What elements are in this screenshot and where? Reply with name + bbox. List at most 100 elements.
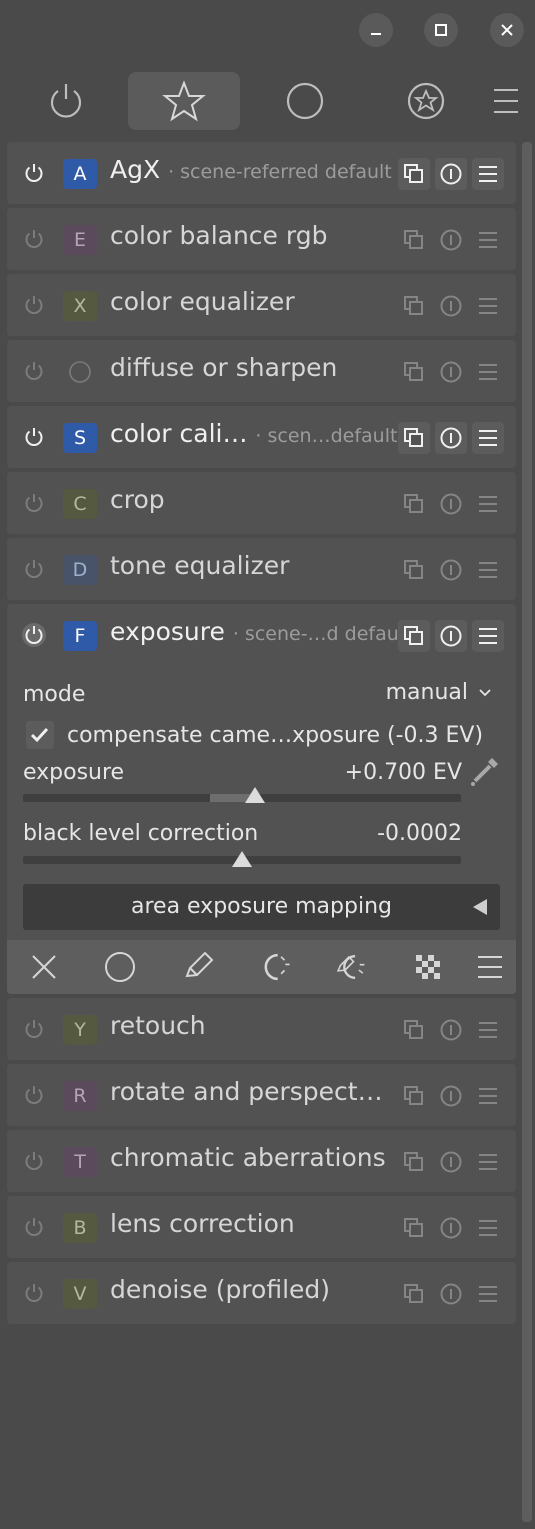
module-color-cali[interactable]: S color cali… · scen…default xyxy=(7,406,516,468)
presets-menu-button[interactable] xyxy=(472,488,504,520)
power-icon[interactable] xyxy=(21,622,47,648)
multi-instance-button[interactable] xyxy=(398,1212,430,1244)
presets-menu-button[interactable] xyxy=(472,224,504,256)
module-chromatic-aberrations[interactable]: T chromatic aberrations xyxy=(7,1130,516,1192)
reset-button[interactable] xyxy=(435,1212,467,1244)
power-icon[interactable] xyxy=(21,358,47,384)
power-icon[interactable] xyxy=(21,424,47,450)
multi-instance-button[interactable] xyxy=(398,290,430,322)
black-level-slider[interactable] xyxy=(23,851,461,867)
module-list-top: A AgX · scene-referred default E color b… xyxy=(7,142,516,600)
reset-button[interactable] xyxy=(435,356,467,388)
multi-instance-button[interactable] xyxy=(398,224,430,256)
power-icon[interactable] xyxy=(21,556,47,582)
power-icon[interactable] xyxy=(21,292,47,318)
mask-parametric-button[interactable] xyxy=(259,950,293,984)
presets-menu-button[interactable] xyxy=(472,356,504,388)
multi-instance-button[interactable] xyxy=(398,158,430,190)
reset-button[interactable] xyxy=(435,620,467,652)
info-reset-icon xyxy=(440,1151,462,1173)
power-icon[interactable] xyxy=(21,1016,47,1042)
reset-button[interactable] xyxy=(435,1278,467,1310)
multi-instance-button[interactable] xyxy=(398,488,430,520)
info-reset-icon xyxy=(440,361,462,383)
module-color-balance-rgb[interactable]: E color balance rgb xyxy=(7,208,516,270)
mask-drawn-button[interactable] xyxy=(181,950,215,984)
presets-menu-button[interactable] xyxy=(472,290,504,322)
compensate-camera-exposure-checkbox[interactable]: compensate came…xposure (-0.3 EV) xyxy=(25,720,483,750)
multi-instance-icon xyxy=(404,1020,423,1039)
module-denoise-profiled[interactable]: V denoise (profiled) xyxy=(7,1262,516,1324)
presets-menu-button[interactable] xyxy=(472,1212,504,1244)
presets-menu-button[interactable] xyxy=(472,1278,504,1310)
reset-button[interactable] xyxy=(435,290,467,322)
multi-instance-button[interactable] xyxy=(398,554,430,586)
reset-button[interactable] xyxy=(435,1146,467,1178)
area-exposure-mapping-section[interactable]: area exposure mapping xyxy=(23,884,500,930)
power-icon[interactable] xyxy=(21,1082,47,1108)
minimize-button[interactable] xyxy=(359,13,393,47)
tab-group[interactable] xyxy=(249,72,361,130)
multi-instance-button[interactable] xyxy=(398,356,430,388)
multi-instance-button[interactable] xyxy=(398,620,430,652)
module-rotate-and-perspect[interactable]: R rotate and perspect… xyxy=(7,1064,516,1126)
reset-button[interactable] xyxy=(435,554,467,586)
power-icon[interactable] xyxy=(21,226,47,252)
module-agx[interactable]: A AgX · scene-referred default xyxy=(7,142,516,204)
reset-button[interactable] xyxy=(435,1080,467,1112)
color-picker-icon[interactable] xyxy=(468,754,502,790)
mask-off-button[interactable] xyxy=(27,950,61,984)
drawn-parametric-mask-icon xyxy=(336,955,365,979)
module-actions xyxy=(398,224,504,256)
presets-menu-button[interactable] xyxy=(472,1014,504,1046)
tab-presets[interactable] xyxy=(370,72,482,130)
module-lens-correction[interactable]: B lens correction xyxy=(7,1196,516,1258)
module-shortcut-badge: D xyxy=(63,555,97,585)
tab-favorites[interactable] xyxy=(128,72,240,130)
power-icon[interactable] xyxy=(21,160,47,186)
black-level-slider-handle[interactable] xyxy=(231,850,253,868)
reset-button[interactable] xyxy=(435,1014,467,1046)
module-shortcut-badge: X xyxy=(63,291,97,321)
module-header-exposure[interactable]: F exposure · scene-…d default xyxy=(7,604,516,666)
tabs-menu-button[interactable] xyxy=(478,72,534,130)
module-retouch[interactable]: Y retouch xyxy=(7,998,516,1060)
module-color-equalizer[interactable]: X color equalizer xyxy=(7,274,516,336)
multi-instance-button[interactable] xyxy=(398,1146,430,1178)
multi-instance-button[interactable] xyxy=(398,1278,430,1310)
reset-button[interactable] xyxy=(435,488,467,520)
mode-dropdown[interactable]: manual xyxy=(386,680,492,705)
reset-button[interactable] xyxy=(435,224,467,256)
module-diffuse-or-sharpen[interactable]: diffuse or sharpen xyxy=(7,340,516,402)
reset-button[interactable] xyxy=(435,422,467,454)
presets-menu-button[interactable] xyxy=(472,158,504,190)
tab-active-modules[interactable] xyxy=(10,72,122,130)
module-crop[interactable]: C crop xyxy=(7,472,516,534)
mask-uniform-button[interactable] xyxy=(103,950,137,984)
multi-instance-button[interactable] xyxy=(398,1014,430,1046)
reset-button[interactable] xyxy=(435,158,467,190)
multi-instance-button[interactable] xyxy=(398,1080,430,1112)
mask-drawn-parametric-button[interactable] xyxy=(335,950,369,984)
presets-menu-button[interactable] xyxy=(472,422,504,454)
blend-menu-button[interactable] xyxy=(473,950,507,984)
multi-instance-button[interactable] xyxy=(398,422,430,454)
scrollbar[interactable] xyxy=(522,142,532,1522)
presets-menu-button[interactable] xyxy=(472,554,504,586)
hamburger-menu-icon xyxy=(479,364,497,380)
module-name: color equalizer xyxy=(110,287,295,316)
close-button[interactable] xyxy=(490,13,524,47)
black-level-value: -0.0002 xyxy=(377,821,462,846)
presets-menu-button[interactable] xyxy=(472,1146,504,1178)
presets-menu-button[interactable] xyxy=(472,620,504,652)
module-tone-equalizer[interactable]: D tone equalizer xyxy=(7,538,516,600)
exposure-slider-handle[interactable] xyxy=(244,786,266,804)
power-icon[interactable] xyxy=(21,1148,47,1174)
power-icon[interactable] xyxy=(21,1280,47,1306)
exposure-slider[interactable] xyxy=(23,787,461,803)
maximize-button[interactable] xyxy=(424,13,458,47)
mask-raster-button[interactable] xyxy=(411,950,445,984)
power-icon[interactable] xyxy=(21,1214,47,1240)
presets-menu-button[interactable] xyxy=(472,1080,504,1112)
power-icon[interactable] xyxy=(21,490,47,516)
